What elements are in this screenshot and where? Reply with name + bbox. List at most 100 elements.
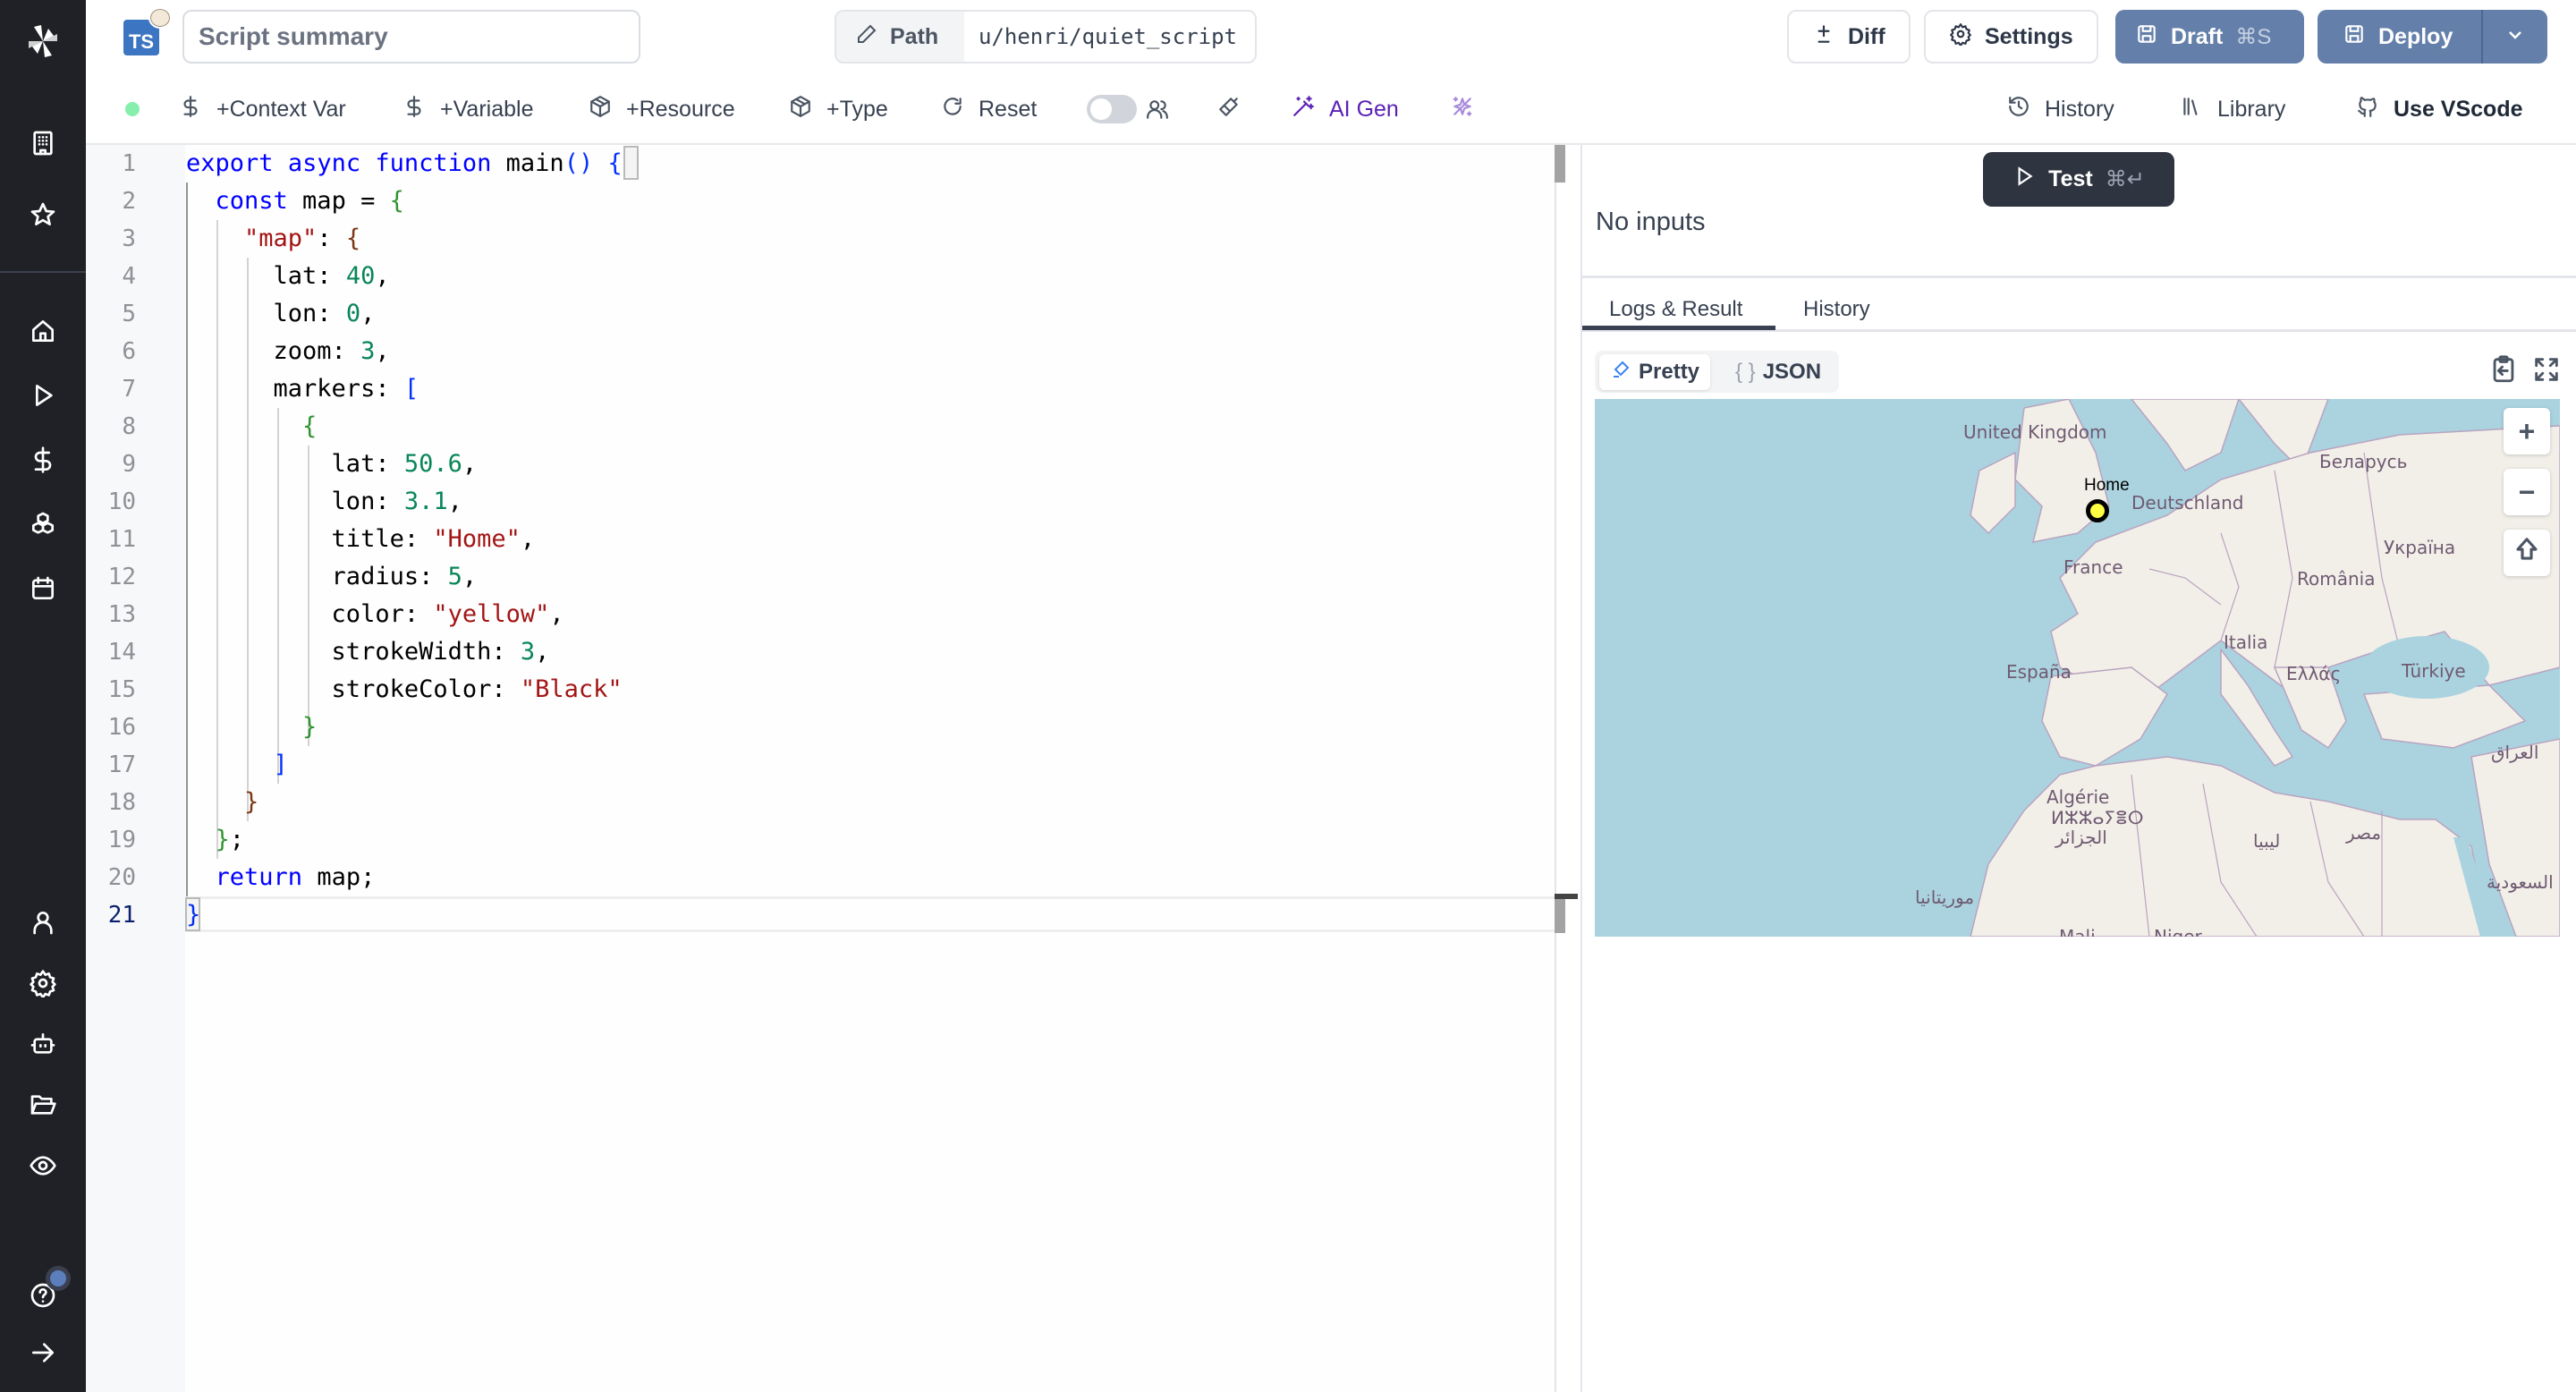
add-context-var-button[interactable]: +Context Var bbox=[179, 89, 346, 129]
code-line[interactable]: "map": { bbox=[186, 220, 360, 258]
test-button[interactable]: Test ⌘↵ bbox=[1983, 152, 2174, 207]
braces-icon: { } bbox=[1735, 360, 1756, 384]
calendar-icon[interactable] bbox=[27, 573, 59, 605]
code-line[interactable]: ] bbox=[186, 746, 288, 784]
code-line[interactable]: lat: 40, bbox=[186, 258, 390, 295]
ai-gen-button[interactable]: AI Gen bbox=[1292, 89, 1399, 129]
user-icon[interactable] bbox=[27, 906, 59, 938]
view-json-button[interactable]: { } JSON bbox=[1724, 354, 1832, 390]
map-marker[interactable] bbox=[2086, 499, 2109, 522]
line-number: 20 bbox=[107, 864, 136, 891]
code-line[interactable]: strokeWidth: 3, bbox=[186, 633, 550, 671]
map-country-label: العراق bbox=[2491, 742, 2539, 763]
highlighter-icon bbox=[1610, 359, 1631, 386]
line-number: 18 bbox=[107, 789, 136, 816]
deploy-button[interactable]: Deploy bbox=[2318, 10, 2481, 64]
editor-scrollbar[interactable] bbox=[1555, 145, 1580, 1392]
expand-button[interactable] bbox=[2531, 354, 2562, 385]
library-button[interactable]: Library bbox=[2180, 89, 2285, 129]
format-brush-button[interactable] bbox=[1217, 89, 1241, 129]
boxes-icon[interactable] bbox=[27, 508, 59, 540]
use-vscode-button[interactable]: Use VScode bbox=[2356, 89, 2523, 129]
scrollbar-thumb[interactable] bbox=[1555, 145, 1565, 182]
building-icon[interactable] bbox=[27, 127, 59, 159]
inputs-divider bbox=[1582, 276, 2576, 278]
settings-button[interactable]: Settings bbox=[1924, 10, 2098, 64]
play-icon[interactable] bbox=[27, 379, 59, 412]
zoom-out-button[interactable]: − bbox=[2504, 469, 2550, 515]
collaboration-toggle[interactable] bbox=[1087, 95, 1137, 123]
bot-icon[interactable] bbox=[27, 1028, 59, 1060]
zoom-in-button[interactable]: + bbox=[2504, 408, 2550, 454]
code-line[interactable]: title: "Home", bbox=[186, 521, 536, 558]
reset-button[interactable]: Reset bbox=[941, 89, 1037, 129]
scrollbar-thumb-lower[interactable] bbox=[1555, 899, 1565, 933]
path-label-area: Path bbox=[836, 12, 964, 62]
history-button[interactable]: History bbox=[2007, 89, 2114, 129]
folder-open-icon[interactable] bbox=[27, 1089, 59, 1121]
expand-icon bbox=[2531, 358, 2562, 388]
map-view[interactable]: United Kingdom Беларусь Deutschland Україна… bbox=[1595, 399, 2560, 937]
reset-view-button[interactable] bbox=[2504, 530, 2550, 576]
windmill-logo[interactable] bbox=[21, 20, 64, 63]
path-field[interactable]: Path u/henri/quiet_script bbox=[835, 10, 1257, 64]
code-line[interactable]: } bbox=[186, 784, 258, 821]
map-country-label: Italia bbox=[2224, 632, 2268, 653]
deploy-options-button[interactable] bbox=[2481, 10, 2547, 64]
deploy-button-group: Deploy bbox=[2318, 10, 2547, 64]
code-line[interactable]: return map; bbox=[186, 859, 376, 896]
paintbrush-icon bbox=[1217, 95, 1241, 124]
code-line[interactable]: lon: 3.1, bbox=[186, 483, 462, 521]
eye-icon[interactable] bbox=[27, 1150, 59, 1182]
code-line[interactable]: color: "yellow", bbox=[186, 596, 564, 633]
code-line[interactable]: const map = { bbox=[186, 182, 404, 220]
tab-history[interactable]: History bbox=[1803, 291, 1870, 328]
code-line[interactable]: { bbox=[186, 408, 317, 446]
code-line[interactable]: lon: 0, bbox=[186, 295, 376, 333]
line-number: 17 bbox=[107, 751, 136, 778]
library-label: Library bbox=[2217, 96, 2286, 122]
diff-button[interactable]: Diff bbox=[1787, 10, 1911, 64]
use-vscode-label: Use VScode bbox=[2394, 96, 2523, 122]
code-line[interactable]: zoom: 3, bbox=[186, 333, 390, 370]
home-icon[interactable] bbox=[27, 315, 59, 347]
dollar-icon bbox=[179, 95, 202, 124]
code-editor[interactable] bbox=[185, 145, 1555, 1392]
add-resource-button[interactable]: +Resource bbox=[589, 89, 735, 129]
line-number: 19 bbox=[107, 827, 136, 853]
gear-icon bbox=[1949, 22, 1972, 52]
line-number: 6 bbox=[122, 338, 136, 365]
map-country-label: مصر bbox=[2346, 822, 2382, 844]
map-country-label: United Kingdom bbox=[1963, 421, 2107, 443]
star-icon[interactable] bbox=[27, 199, 59, 231]
map-country-label: España bbox=[2006, 661, 2072, 683]
code-line[interactable]: }; bbox=[186, 821, 245, 859]
path-value[interactable]: u/henri/quiet_script bbox=[964, 12, 1237, 62]
line-number: 1 bbox=[122, 150, 136, 177]
code-line[interactable]: markers: [ bbox=[186, 370, 419, 408]
add-variable-button[interactable]: +Variable bbox=[402, 89, 533, 129]
copy-to-clipboard-button[interactable] bbox=[2488, 354, 2519, 385]
draft-shortcut: ⌘S bbox=[2235, 24, 2272, 49]
map-country-label: România bbox=[2297, 568, 2376, 590]
line-number: 15 bbox=[107, 676, 136, 703]
gear-icon[interactable] bbox=[27, 967, 59, 999]
settings-label: Settings bbox=[1985, 23, 2073, 49]
ai-sparkle-button[interactable] bbox=[1451, 89, 1474, 129]
code-line[interactable]: export async function main() { bbox=[186, 145, 623, 182]
dollar-icon[interactable] bbox=[27, 444, 59, 476]
tab-logs-result[interactable]: Logs & Result bbox=[1609, 291, 1742, 328]
draft-button[interactable]: Draft ⌘S bbox=[2115, 10, 2304, 64]
line-number: 3 bbox=[122, 225, 136, 252]
line-number: 13 bbox=[107, 601, 136, 628]
code-line[interactable]: lat: 50.6, bbox=[186, 446, 478, 483]
code-line[interactable]: } bbox=[186, 709, 317, 746]
arrow-right-icon[interactable] bbox=[27, 1337, 59, 1369]
pencil-icon bbox=[856, 23, 877, 51]
add-type-button[interactable]: +Type bbox=[789, 89, 888, 129]
code-line[interactable]: radius: 5, bbox=[186, 558, 478, 596]
script-summary-input[interactable] bbox=[182, 10, 640, 64]
code-line[interactable]: strokeColor: "Black" bbox=[186, 671, 623, 709]
map-country-label: Algérie bbox=[2046, 786, 2110, 808]
view-pretty-button[interactable]: Pretty bbox=[1599, 354, 1711, 390]
